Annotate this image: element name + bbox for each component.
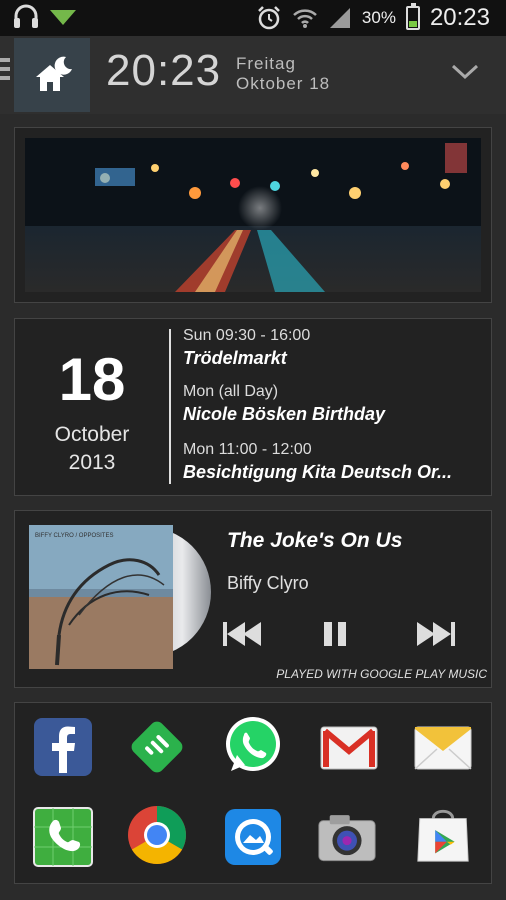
status-bar: 30% 20:23 bbox=[0, 0, 506, 36]
music-credit: PLAYED WITH GOOGLE PLAY MUSIC bbox=[276, 667, 487, 681]
event-time: Mon (all Day) bbox=[183, 383, 279, 400]
wifi-icon bbox=[293, 9, 317, 28]
calendar-event[interactable]: Mon (all Day) Nicole Bösken Birthday bbox=[183, 383, 483, 425]
wallpaper-photo bbox=[25, 138, 481, 292]
event-title: Besichtigung Kita Deutsch Or... bbox=[183, 462, 453, 482]
song-title: The Joke's On Us bbox=[227, 529, 403, 552]
chevron-down-icon[interactable] bbox=[450, 62, 480, 82]
divider bbox=[169, 329, 171, 484]
date-label: Oktober 18 bbox=[236, 74, 331, 93]
gmail-icon[interactable] bbox=[319, 717, 379, 777]
menu-icon[interactable] bbox=[0, 58, 10, 85]
calendar-widget[interactable]: 18 October 2013 Sun 09:30 - 16:00 Trödel… bbox=[14, 318, 492, 496]
photo-widget[interactable] bbox=[14, 127, 492, 303]
facebook-icon[interactable] bbox=[33, 717, 93, 777]
download-icon bbox=[50, 10, 76, 25]
event-time: Sun 09:30 - 16:00 bbox=[183, 327, 311, 344]
status-time: 20:23 bbox=[429, 4, 490, 31]
next-icon[interactable] bbox=[415, 621, 459, 647]
calendar-year: 2013 bbox=[68, 451, 116, 474]
quickpic-icon[interactable] bbox=[223, 807, 283, 867]
alarm-icon bbox=[258, 6, 280, 30]
whatsapp-icon[interactable] bbox=[223, 715, 283, 775]
email-icon[interactable] bbox=[413, 717, 473, 777]
calendar-month: October bbox=[54, 423, 130, 446]
calendar-event[interactable]: Sun 09:30 - 16:00 Trödelmarkt bbox=[183, 327, 483, 369]
album-art[interactable]: BIFFY CLYRO / OPPOSITES bbox=[29, 525, 173, 669]
play-store-icon[interactable] bbox=[413, 805, 473, 865]
feedly-icon[interactable] bbox=[127, 717, 187, 777]
phone-icon[interactable] bbox=[33, 807, 93, 867]
home-night-icon bbox=[36, 56, 72, 91]
camera-icon[interactable] bbox=[317, 807, 377, 867]
headphones-icon bbox=[14, 4, 38, 28]
battery-icon bbox=[405, 3, 420, 30]
clock-time[interactable]: 20:23 bbox=[106, 46, 221, 96]
album-art-text: BIFFY CLYRO / OPPOSITES bbox=[35, 533, 113, 539]
event-time: Mon 11:00 - 12:00 bbox=[183, 441, 312, 458]
chrome-icon[interactable] bbox=[127, 805, 187, 865]
calendar-event[interactable]: Mon 11:00 - 12:00 Besichtigung Kita Deut… bbox=[183, 441, 483, 483]
previous-icon[interactable] bbox=[221, 621, 265, 647]
home-button[interactable] bbox=[14, 38, 90, 112]
app-shortcuts bbox=[14, 702, 492, 884]
battery-percent: 30% bbox=[361, 8, 396, 27]
artist-name: Biffy Clyro bbox=[227, 573, 309, 593]
weekday-label: Freitag bbox=[236, 54, 296, 73]
music-widget: BIFFY CLYRO / OPPOSITES The Joke's On Us… bbox=[14, 510, 492, 688]
signal-icon bbox=[329, 8, 350, 28]
calendar-day: 18 bbox=[58, 346, 126, 413]
event-title: Nicole Bösken Birthday bbox=[183, 404, 386, 424]
widget-header: 20:23 Freitag Oktober 18 bbox=[0, 36, 506, 114]
pause-icon[interactable] bbox=[322, 621, 350, 647]
event-title: Trödelmarkt bbox=[183, 348, 287, 368]
